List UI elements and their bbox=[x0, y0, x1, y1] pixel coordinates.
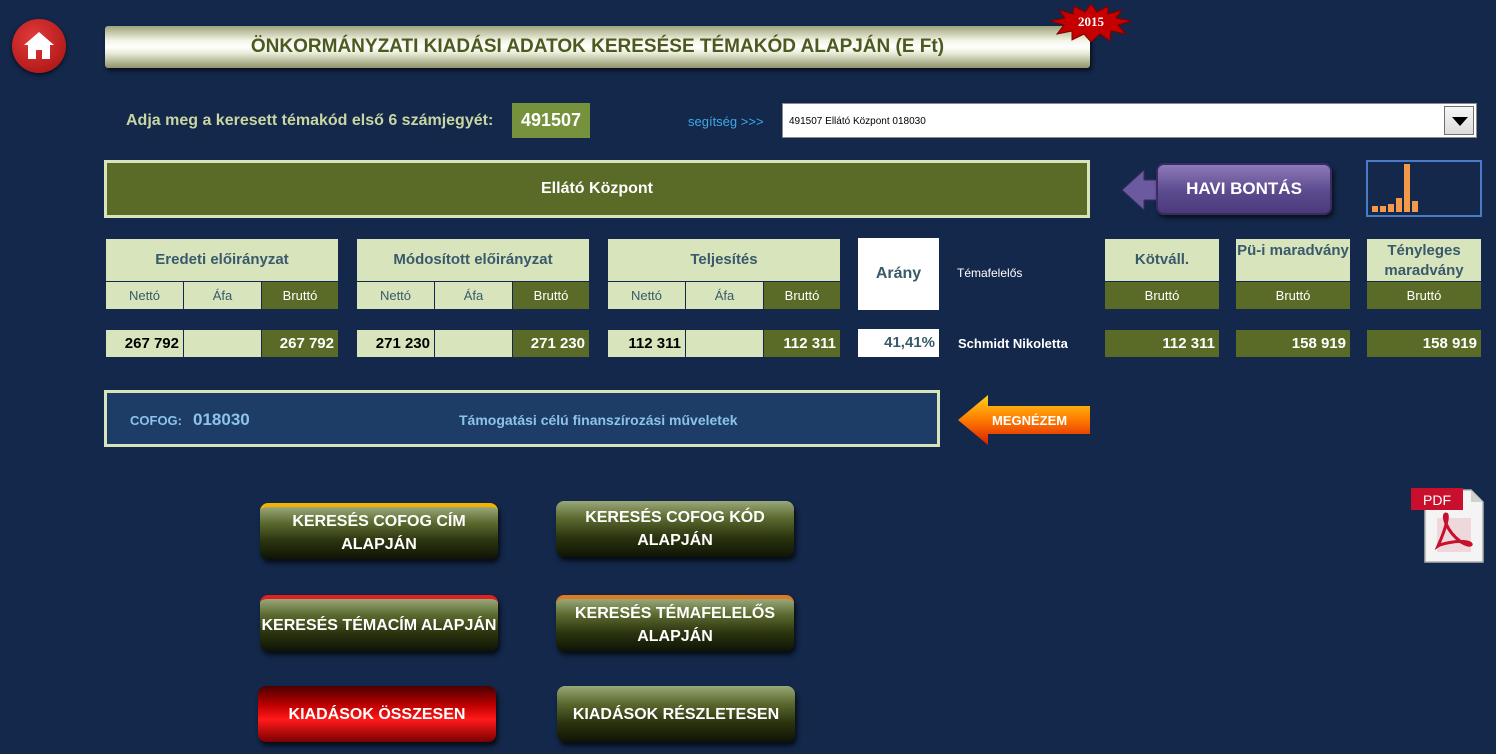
code-dropdown[interactable]: 491507 Ellátó Központ 018030 bbox=[782, 103, 1477, 138]
teljesites-brutto-header: Bruttó bbox=[763, 281, 841, 310]
modositott-netto-value: 271 230 bbox=[356, 329, 435, 358]
home-icon bbox=[24, 32, 54, 59]
modositott-netto-header: Nettó bbox=[356, 281, 435, 310]
teljesites-afa-header: Áfa bbox=[685, 281, 764, 310]
year-badge: 2015 bbox=[1049, 3, 1133, 43]
kotvall-brutto-header: Bruttó bbox=[1104, 281, 1220, 310]
modositott-brutto-header: Bruttó bbox=[512, 281, 590, 310]
year-badge-label: 2015 bbox=[1078, 14, 1104, 29]
page-title: ÖNKORMÁNYZATI KIADÁSI ADATOK KERESÉSE TÉ… bbox=[105, 26, 1090, 68]
pdf-label: PDF bbox=[1423, 492, 1451, 508]
modositott-header: Módosított előirányzat bbox=[356, 238, 590, 282]
megnezem-button[interactable]: MEGNÉZEM bbox=[958, 395, 1090, 445]
code-prompt-label: Adja meg a keresett témakód első 6 számj… bbox=[126, 112, 494, 129]
search-cofog-title-button[interactable]: KERESÉS COFOG CÍM ALAPJÁN bbox=[260, 503, 498, 559]
temafelelos-label: Témafelelős bbox=[957, 266, 1023, 280]
monthly-chart-button[interactable] bbox=[1366, 160, 1482, 217]
entity-name: Ellátó Központ bbox=[104, 160, 1090, 218]
modositott-brutto-value: 271 230 bbox=[512, 329, 590, 358]
teljesites-brutto-value: 112 311 bbox=[763, 329, 841, 358]
pui-maradvany-value: 158 919 bbox=[1235, 329, 1351, 358]
arany-header: Arány bbox=[858, 238, 939, 310]
cofog-label: COFOG: bbox=[130, 413, 182, 428]
kiadasok-osszesen-button[interactable]: KIADÁSOK ÖSSZESEN bbox=[258, 686, 496, 742]
dropdown-arrow-button[interactable] bbox=[1444, 106, 1474, 135]
mini-chart-bar bbox=[1372, 206, 1378, 212]
teljesites-afa-value bbox=[685, 329, 764, 358]
teljesites-netto-value: 112 311 bbox=[607, 329, 686, 358]
dropdown-value: 491507 Ellátó Központ 018030 bbox=[789, 116, 926, 127]
search-temacim-button[interactable]: KERESÉS TÉMACÍM ALAPJÁN bbox=[260, 595, 498, 651]
mini-chart-bar bbox=[1404, 164, 1410, 212]
pdf-export-button[interactable]: PDF bbox=[1411, 486, 1485, 564]
mini-chart-bar bbox=[1412, 201, 1418, 212]
code-input[interactable]: 491507 bbox=[512, 103, 590, 138]
cofog-code: 018030 bbox=[193, 410, 250, 429]
kotvall-value: 112 311 bbox=[1104, 329, 1220, 358]
eredeti-header: Eredeti előirányzat bbox=[105, 238, 339, 282]
temafelelos-value: Schmidt Nikoletta bbox=[958, 336, 1068, 351]
modositott-afa-value bbox=[434, 329, 513, 358]
cofog-panel: COFOG: 018030 Támogatási célú finanszíro… bbox=[104, 390, 940, 447]
eredeti-netto-value: 267 792 bbox=[105, 329, 184, 358]
eredeti-brutto-header: Bruttó bbox=[261, 281, 339, 310]
cofog-description: Támogatási célú finanszírozási műveletek bbox=[459, 412, 738, 428]
pui-maradvany-header: Pü-i maradvány bbox=[1235, 238, 1351, 282]
eredeti-netto-header: Nettó bbox=[105, 281, 184, 310]
home-button[interactable] bbox=[12, 19, 66, 73]
search-cofog-code-button[interactable]: KERESÉS COFOG KÓD ALAPJÁN bbox=[556, 501, 794, 557]
tenyleges-maradvany-brutto-header: Bruttó bbox=[1366, 281, 1482, 310]
arany-value: 41,41% bbox=[858, 329, 939, 357]
havi-bontas-button[interactable]: HAVI BONTÁS bbox=[1156, 163, 1332, 215]
tenyleges-maradvany-value: 158 919 bbox=[1366, 329, 1482, 358]
eredeti-brutto-value: 267 792 bbox=[261, 329, 339, 358]
mini-chart-bar bbox=[1396, 198, 1402, 212]
help-link[interactable]: segítség >>> bbox=[688, 114, 764, 129]
eredeti-afa-header: Áfa bbox=[183, 281, 262, 310]
tenyleges-maradvany-header: Tényleges maradvány bbox=[1366, 238, 1482, 282]
teljesites-netto-header: Nettó bbox=[607, 281, 686, 310]
megnezem-label: MEGNÉZEM bbox=[992, 413, 1068, 428]
teljesites-header: Teljesítés bbox=[607, 238, 841, 282]
pdf-icon: PDF bbox=[1411, 488, 1484, 563]
kiadasok-reszletesen-button[interactable]: KIADÁSOK RÉSZLETESEN bbox=[557, 686, 795, 742]
mini-chart-bar bbox=[1388, 204, 1394, 212]
search-temafelelos-button[interactable]: KERESÉS TÉMAFELELŐS ALAPJÁN bbox=[556, 595, 794, 651]
mini-chart-bar bbox=[1380, 206, 1386, 212]
eredeti-afa-value bbox=[183, 329, 262, 358]
kotvall-header: Kötváll. bbox=[1104, 238, 1220, 282]
pui-maradvany-brutto-header: Bruttó bbox=[1235, 281, 1351, 310]
modositott-afa-header: Áfa bbox=[434, 281, 513, 310]
